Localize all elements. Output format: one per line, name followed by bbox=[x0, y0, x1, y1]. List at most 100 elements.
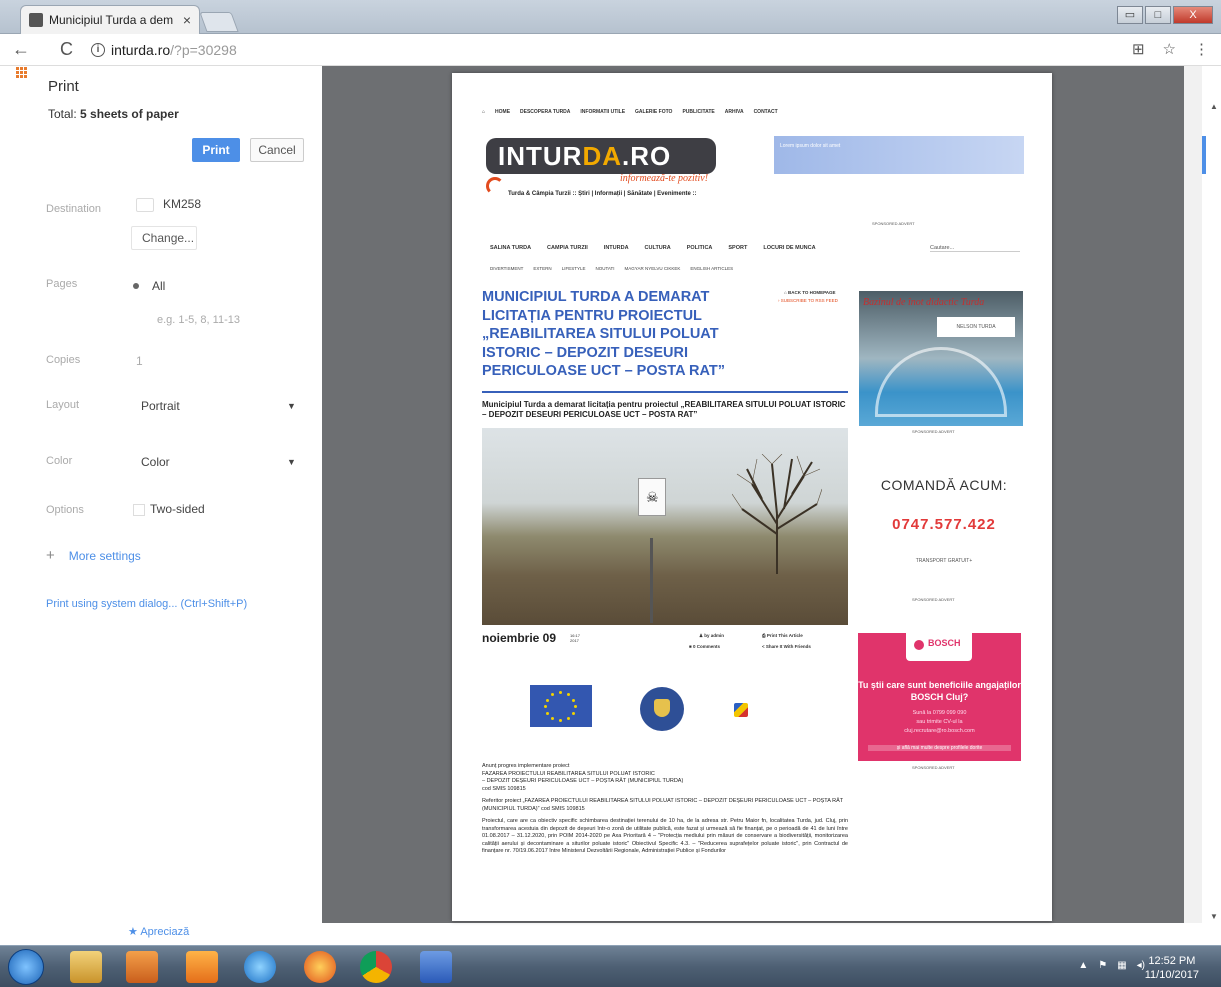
top-nav-item: CONTACT bbox=[753, 109, 778, 115]
apreciaza-link[interactable]: ★ Apreciază bbox=[128, 925, 189, 938]
back-button[interactable]: ← bbox=[12, 39, 34, 60]
url-host: inturda.ro bbox=[111, 41, 171, 58]
close-tab-icon[interactable]: × bbox=[183, 12, 191, 28]
firefox-icon[interactable] bbox=[304, 951, 336, 983]
tab-title: Municipiul Turda a dem bbox=[49, 13, 174, 27]
category-item: INTURDA bbox=[603, 245, 629, 251]
sign-post bbox=[650, 538, 653, 623]
options-label: Options bbox=[46, 504, 84, 516]
taskbar-clock[interactable]: 12:52 PM 11/10/2017 bbox=[1145, 954, 1199, 982]
system-dialog-link[interactable]: Print using system dialog... (Ctrl+Shift… bbox=[46, 598, 247, 610]
flag-icon[interactable]: ⚑ bbox=[1098, 960, 1107, 971]
order-phone: 0747.577.422 bbox=[892, 516, 996, 533]
site-search: Cautare... bbox=[930, 245, 1020, 252]
print-settings-panel: Print Total: 5 sheets of paper Print Can… bbox=[0, 66, 322, 921]
browser-tab[interactable]: Municipiul Turda a dem × bbox=[20, 5, 200, 34]
internet-explorer-icon[interactable] bbox=[244, 951, 276, 983]
header-banner-text: Lorem ipsum dolor sit amet bbox=[780, 143, 841, 149]
scroll-up-icon[interactable]: ▲ bbox=[1210, 102, 1218, 111]
windows-taskbar: ▲ ⚑ ▦ ◂) 12:52 PM 11/10/2017 bbox=[0, 945, 1221, 987]
print-title: Print bbox=[48, 78, 79, 95]
system-tray: ▲ ⚑ ▦ ◂) bbox=[1078, 960, 1145, 971]
minimize-button[interactable]: ▭ bbox=[1117, 6, 1143, 24]
start-button[interactable] bbox=[8, 949, 44, 985]
color-select[interactable]: Color bbox=[141, 455, 170, 469]
sponsored-label: SPONSORED ADVERT bbox=[912, 429, 955, 434]
bookmark-star-icon[interactable]: ☆ bbox=[1163, 40, 1176, 58]
translate-icon[interactable]: ⊞ bbox=[1132, 40, 1145, 58]
category-item: ENGLISH ARTICLES bbox=[690, 266, 734, 271]
two-sided-checkbox[interactable] bbox=[133, 504, 145, 516]
layout-select[interactable]: Portrait bbox=[141, 399, 180, 413]
top-nav-item: ARHIVA bbox=[724, 109, 744, 115]
site-top-nav: ⌂ HOME DESCOPERA TURDA INFORMATII UTILE … bbox=[482, 109, 778, 115]
share-meta: < Share It With Friends bbox=[762, 644, 811, 649]
bosch-footer: și află mai multe despre profilele dorit… bbox=[868, 745, 1011, 751]
category-item: MAGYAR NYELVU CIKKEK bbox=[624, 266, 681, 271]
word-icon[interactable] bbox=[420, 951, 452, 983]
category-item: CULTURA bbox=[644, 245, 671, 251]
pages-all-radio[interactable] bbox=[133, 283, 139, 289]
top-nav-item: INFORMATII UTILE bbox=[580, 109, 626, 115]
two-sided-label: Two-sided bbox=[150, 502, 205, 516]
author-meta: ♟ by admin bbox=[699, 633, 725, 638]
favicon-icon bbox=[29, 13, 43, 27]
volume-icon[interactable]: ◂) bbox=[1137, 960, 1145, 971]
apps-icon[interactable] bbox=[15, 66, 27, 78]
copies-label: Copies bbox=[46, 354, 81, 366]
preview-page[interactable]: ⌂ HOME DESCOPERA TURDA INFORMATII UTILE … bbox=[452, 73, 1052, 921]
bosch-mark-icon bbox=[914, 640, 924, 650]
file-explorer-icon[interactable] bbox=[70, 951, 102, 983]
skull-icon: ☠ bbox=[646, 489, 659, 505]
article-photo: ☠ bbox=[482, 428, 848, 625]
pages-label: Pages bbox=[46, 278, 78, 290]
bosch-contact: Sună la 0799 099 090 sau trimite CV-ul l… bbox=[904, 710, 975, 734]
restore-button[interactable]: □ bbox=[1145, 6, 1171, 24]
sponsored-label: SPONSORED ADVERT bbox=[912, 765, 955, 770]
new-tab-button[interactable] bbox=[199, 12, 239, 32]
government-seal-logo bbox=[640, 687, 684, 731]
menu-icon[interactable]: ⋮ bbox=[1194, 40, 1209, 58]
copies-input[interactable]: 1 bbox=[136, 354, 143, 368]
reload-button[interactable]: C bbox=[60, 39, 73, 60]
media-player-icon[interactable] bbox=[126, 951, 158, 983]
print-article-meta: ⎙ Print This Article bbox=[762, 633, 803, 638]
url-field[interactable]: inturda.ro/?p=30298 bbox=[111, 42, 237, 58]
order-title: COMANDĂ ACUM: bbox=[880, 477, 1008, 493]
cancel-button[interactable]: Cancel bbox=[250, 138, 304, 162]
chrome-icon[interactable] bbox=[360, 951, 392, 983]
pool-ad-logo: NELSON TURDA bbox=[937, 317, 1015, 337]
top-nav-item: GALERIE FOTO bbox=[635, 109, 673, 115]
pages-custom-input[interactable]: e.g. 1-5, 8, 11-13 bbox=[157, 314, 240, 326]
category-item: DIVERTISMENT bbox=[490, 266, 524, 271]
tray-arrow-icon[interactable]: ▲ bbox=[1078, 960, 1088, 971]
apreciaza-label: Apreciază bbox=[140, 926, 190, 938]
category-item: LOCURI DE MUNCA bbox=[763, 245, 816, 251]
logo-arc-icon bbox=[486, 177, 504, 195]
vlc-icon[interactable] bbox=[186, 951, 218, 983]
layout-label: Layout bbox=[46, 399, 80, 411]
close-window-button[interactable]: X bbox=[1173, 6, 1213, 24]
home-icon: ⌂ bbox=[482, 109, 486, 115]
subscribe-rss: › SUBSCRIBE TO RSS FEED bbox=[778, 298, 838, 303]
preview-scrollbar[interactable]: ▲ ▼ bbox=[1184, 66, 1218, 923]
change-destination-button[interactable]: Change... bbox=[131, 226, 197, 250]
category-item: SPORT bbox=[728, 245, 748, 251]
eu-flag-logo bbox=[530, 685, 592, 727]
print-button[interactable]: Print bbox=[192, 138, 240, 162]
article-paragraph: Anunț progres implementare proiect FAZAR… bbox=[482, 763, 684, 792]
top-nav-item: PUBLICITATE bbox=[682, 109, 715, 115]
scroll-down-icon[interactable]: ▼ bbox=[1210, 912, 1218, 921]
bosch-question: Tu știi care sunt beneficiile angajațilo… bbox=[858, 680, 1021, 702]
network-icon[interactable]: ▦ bbox=[1117, 960, 1126, 971]
header-banner-ad: Lorem ipsum dolor sit amet bbox=[774, 136, 1024, 174]
logo-slogan: informează-te pozitiv! bbox=[620, 173, 709, 184]
regio-logo bbox=[734, 703, 748, 717]
site-tagline: Turda & Câmpia Turzii :: Știri | Informa… bbox=[508, 191, 697, 197]
more-settings-link[interactable]: + More settings bbox=[46, 547, 141, 564]
sponsored-label: SPONSORED ADVERT bbox=[912, 597, 955, 602]
site-info-icon[interactable]: i bbox=[91, 42, 105, 57]
scrollbar-thumb[interactable] bbox=[1202, 136, 1206, 174]
article-headline: Municipiul Turda a demarat licitația pen… bbox=[482, 289, 726, 379]
pool-ad: Bazinul de înot didactic Turda NELSON TU… bbox=[859, 291, 1023, 426]
